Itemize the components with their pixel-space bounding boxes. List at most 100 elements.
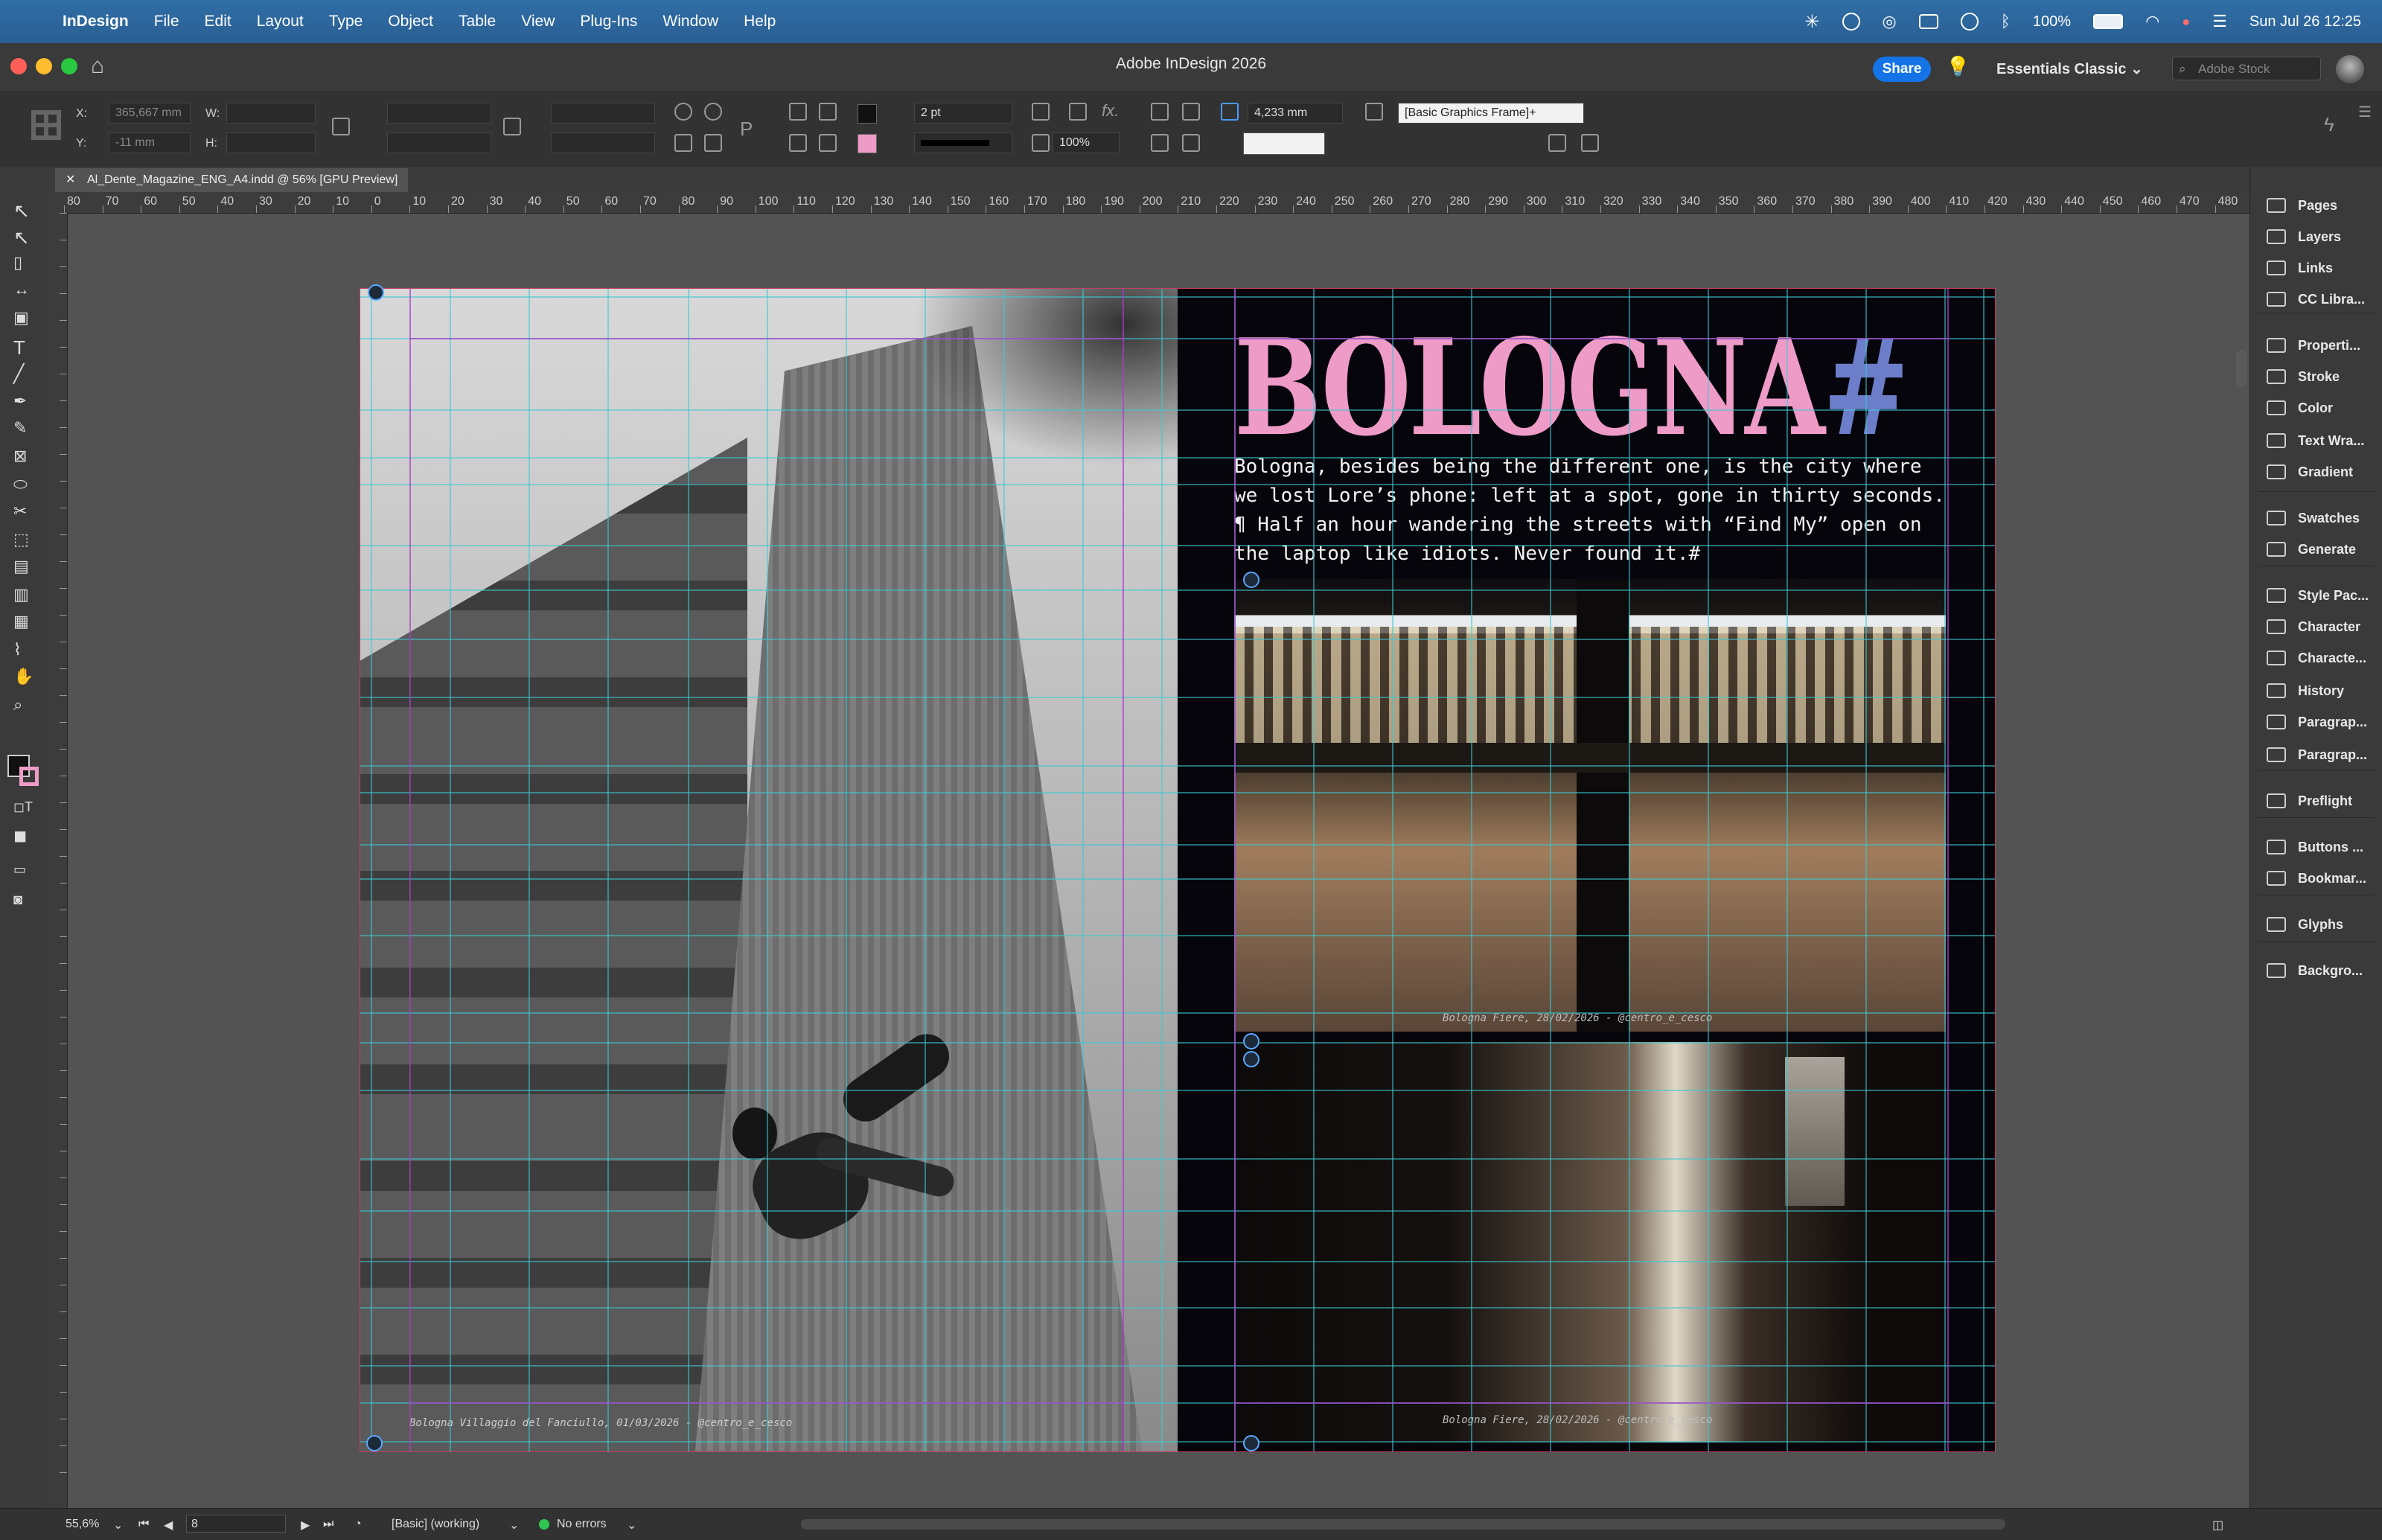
panel-paragrap[interactable]: Paragrap...: [2250, 740, 2382, 770]
horizontal-scrollbar[interactable]: [801, 1519, 2005, 1530]
constrain-proportions-icon[interactable]: [332, 118, 350, 135]
link-scale-icon[interactable]: [503, 118, 521, 135]
panel-character[interactable]: Character: [2250, 612, 2382, 642]
control-center-icon[interactable]: ☰: [2212, 12, 2227, 31]
flip-horizontal-icon[interactable]: [674, 134, 692, 152]
panel-pages[interactable]: Pages: [2250, 191, 2382, 220]
panel-menu-icon[interactable]: ☰: [2358, 103, 2372, 121]
type-tool-icon[interactable]: T: [13, 336, 33, 359]
menu-window[interactable]: Window: [662, 13, 718, 31]
chevron-down-icon[interactable]: ⌄: [627, 1518, 636, 1533]
battery-icon[interactable]: [2093, 14, 2124, 29]
chevron-down-icon[interactable]: ⌄: [509, 1518, 519, 1533]
split-window-icon[interactable]: ◫: [2212, 1518, 2223, 1533]
stroke-type-dropdown[interactable]: [914, 132, 1012, 153]
vertical-scrollbar[interactable]: [2236, 350, 2247, 387]
selection-tool-icon[interactable]: ↖: [13, 199, 33, 222]
rotate-cw-icon[interactable]: [674, 103, 692, 121]
text-wrap-shape-icon[interactable]: [1151, 134, 1169, 152]
formatting-container-icon[interactable]: ◻T: [13, 799, 33, 819]
document-tab[interactable]: ✕ Al_Dente_Magazine_ENG_A4.indd @ 56% [G…: [55, 168, 409, 192]
first-page-icon[interactable]: ⏮: [138, 1518, 149, 1531]
menu-view[interactable]: View: [521, 13, 555, 31]
panel-stroke[interactable]: Stroke: [2250, 362, 2382, 392]
brightness-icon[interactable]: ✳: [1804, 11, 1819, 33]
apply-color-icon[interactable]: ◼: [13, 826, 33, 846]
scissors-tool-icon[interactable]: ✂: [13, 502, 33, 521]
select-previous-icon[interactable]: [789, 134, 807, 152]
screen-mode-icon[interactable]: ▭: [13, 862, 33, 881]
preflight-options-icon[interactable]: ◔: [354, 1518, 362, 1531]
text-wrap-bbox-icon[interactable]: [1182, 103, 1200, 121]
corner-size-field[interactable]: 4,233 mm: [1248, 103, 1343, 124]
page-number-field[interactable]: 8: [186, 1515, 286, 1533]
page-tool-icon[interactable]: ▯: [13, 253, 33, 272]
vertical-ruler[interactable]: [48, 213, 68, 1508]
content-collector-icon[interactable]: ▣: [13, 308, 33, 328]
x-position-field[interactable]: 365,667 mm: [109, 103, 191, 124]
lightbulb-icon[interactable]: 💡: [1946, 55, 1970, 78]
menu-object[interactable]: Object: [388, 13, 433, 31]
workspace-switcher[interactable]: Essentials Classic ⌄: [1996, 60, 2143, 78]
panel-color[interactable]: Color: [2250, 393, 2382, 423]
gradient-swatch-tool-icon[interactable]: ▤: [13, 557, 33, 576]
fiere-column-photo[interactable]: Bologna Fiere, 28/02/2026 - @centro_e_ce…: [1234, 1042, 1946, 1442]
right-page[interactable]: BOLOGNA# Bologna, besides being the diff…: [1178, 289, 1995, 1451]
horizontal-ruler[interactable]: 80 70 60 50 40 30 20 10 0 10 20 30 40 50 60 70 80 90 100 11…: [48, 194, 2250, 214]
stroke-swatch[interactable]: [858, 134, 877, 153]
path-type-icon[interactable]: P: [740, 118, 758, 140]
adobe-stock-search[interactable]: ⌕ Adobe Stock: [2172, 57, 2321, 80]
select-next-icon[interactable]: [819, 134, 837, 152]
panel-backgro[interactable]: Backgro...: [2250, 956, 2382, 985]
text-wrap-none-icon[interactable]: [1151, 103, 1169, 121]
pencil-tool-icon[interactable]: ✎: [13, 418, 33, 438]
rotation-field[interactable]: [551, 103, 655, 124]
left-page[interactable]: Bologna Villaggio del Fanciullo, 01/03/2…: [360, 289, 1178, 1451]
link-chain-icon[interactable]: [1243, 1051, 1259, 1067]
menu-layout[interactable]: Layout: [257, 13, 304, 31]
panel-glyphs[interactable]: Glyphs: [2250, 910, 2382, 939]
menu-help[interactable]: Help: [744, 13, 776, 31]
menu-file[interactable]: File: [154, 13, 179, 31]
link-chain-icon[interactable]: [368, 284, 384, 301]
gradient-feather-tool-icon[interactable]: ▥: [13, 585, 33, 604]
pasteboard[interactable]: Bologna Villaggio del Fanciullo, 01/03/2…: [68, 214, 2249, 1508]
note-tool-icon[interactable]: ▦: [13, 612, 33, 631]
link-chain-icon[interactable]: [1243, 572, 1259, 588]
object-style-icon[interactable]: [1365, 103, 1383, 121]
panel-paragrap[interactable]: Paragrap...: [2250, 707, 2382, 737]
width-field[interactable]: [226, 103, 316, 124]
fit-content-icon[interactable]: [1548, 134, 1566, 152]
hand-tool-icon[interactable]: ✋: [13, 667, 33, 686]
wifi-icon[interactable]: ◠: [2145, 12, 2159, 31]
share-button[interactable]: Share: [1873, 57, 1931, 82]
opacity-field[interactable]: 100%: [1053, 132, 1120, 153]
menubar-clock[interactable]: Sun Jul 26 12:25: [2250, 13, 2361, 31]
user-avatar[interactable]: [2336, 55, 2364, 83]
gap-tool-icon[interactable]: ↔: [13, 280, 33, 299]
zoom-level[interactable]: 55,6%: [66, 1518, 99, 1531]
y-position-field[interactable]: -11 mm: [109, 132, 191, 153]
panel-generate[interactable]: Generate: [2250, 534, 2382, 564]
panel-preflight[interactable]: Preflight: [2250, 786, 2382, 816]
frame-icon[interactable]: [1069, 103, 1087, 121]
opacity-icon[interactable]: [1032, 134, 1050, 152]
airdrop-icon[interactable]: ◎: [1883, 12, 1897, 31]
quick-actions-icon[interactable]: ϟ: [2324, 113, 2334, 136]
panel-history[interactable]: History: [2250, 676, 2382, 706]
anchor-icon[interactable]: [1243, 1033, 1259, 1049]
text-wrap-jump-icon[interactable]: [1182, 134, 1200, 152]
panel-swatches[interactable]: Swatches: [2250, 503, 2382, 533]
ellipse-tool-icon[interactable]: ⬭: [13, 475, 33, 494]
fill-swatch[interactable]: [858, 104, 877, 124]
screen-mirroring-icon[interactable]: [1918, 14, 1938, 29]
screen-record-icon[interactable]: ●: [2182, 14, 2190, 30]
corner-shape-dropdown[interactable]: [1243, 132, 1325, 155]
creative-cloud-icon[interactable]: [1842, 13, 1860, 31]
preflight-profile[interactable]: [Basic] (working): [392, 1518, 479, 1531]
next-page-icon[interactable]: ▶: [301, 1518, 310, 1533]
preview-mode-icon[interactable]: ◙: [13, 892, 33, 911]
panel-links[interactable]: Links: [2250, 253, 2382, 283]
eyedropper-tool-icon[interactable]: ⌇: [13, 640, 33, 659]
fit-frame-icon[interactable]: [1581, 134, 1599, 152]
